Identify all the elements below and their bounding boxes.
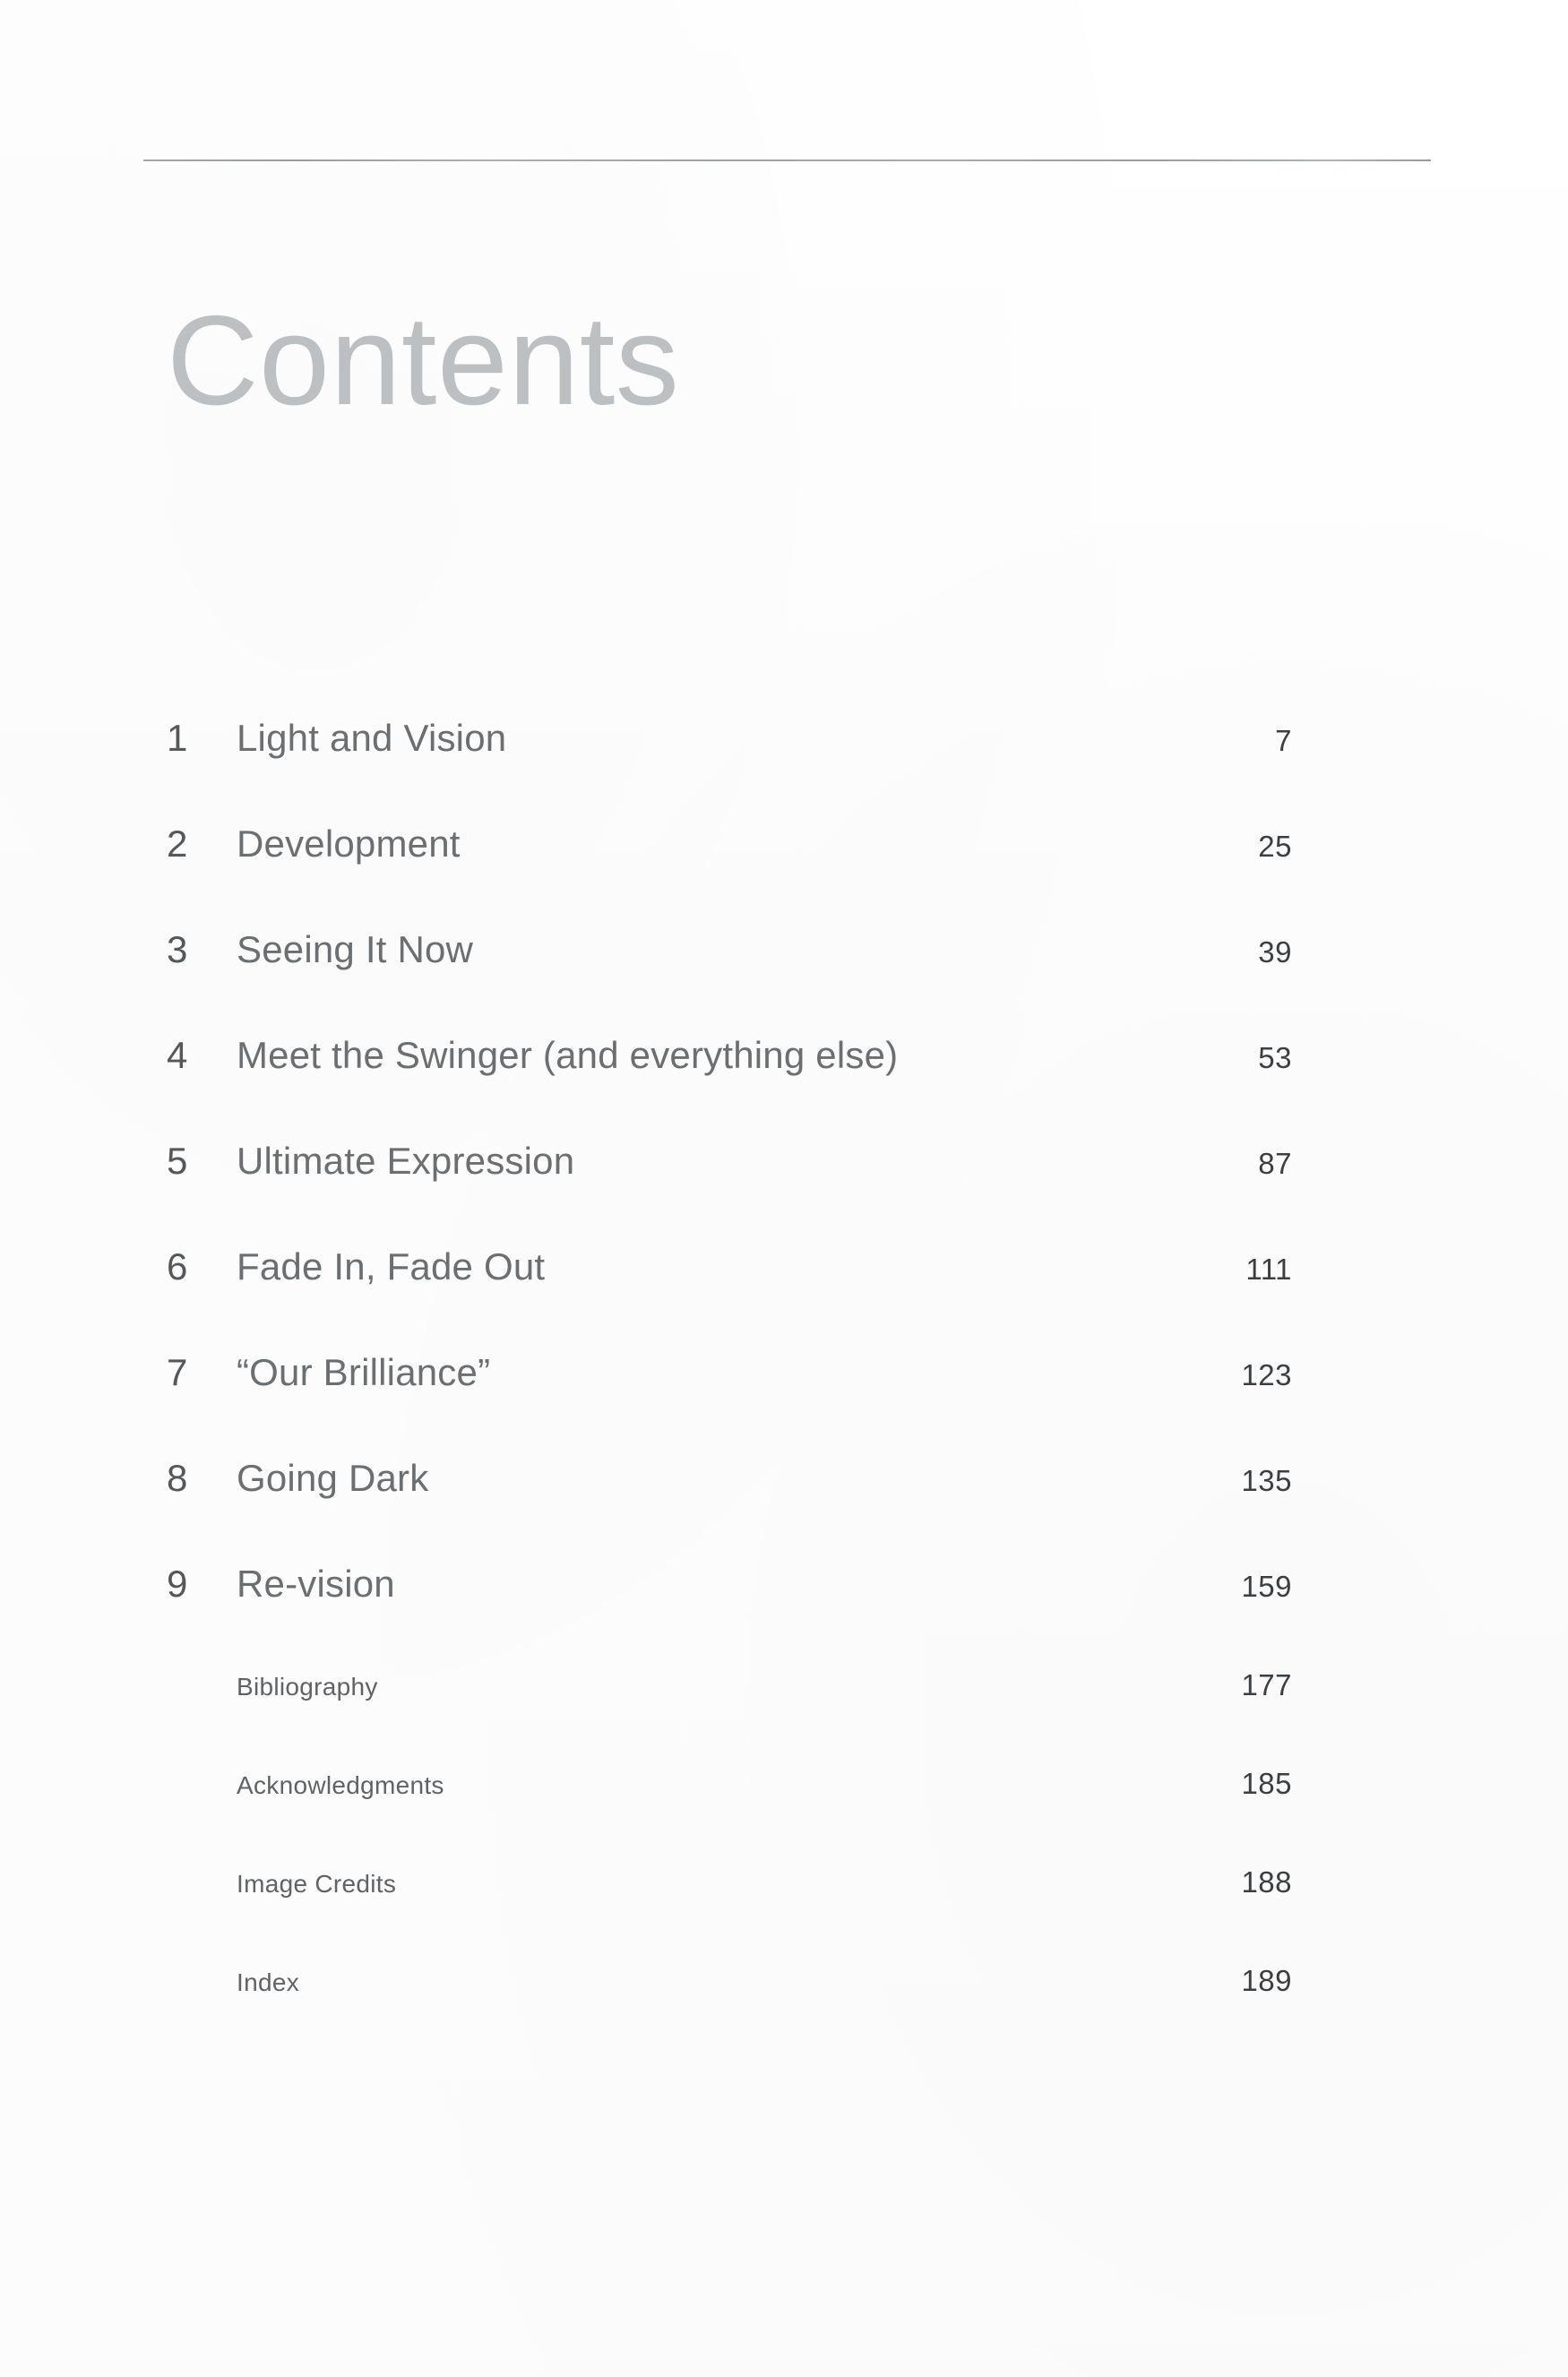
toc-chapter-row[interactable]: 4 Meet the Swinger (and everything else) 5… — [167, 1034, 1292, 1140]
chapter-title: Seeing It Now — [237, 928, 474, 970]
header-divider — [143, 159, 1431, 161]
toc-chapter-row[interactable]: 7 “Our Brilliance” 123 — [167, 1351, 1292, 1457]
chapter-number: 8 — [167, 1457, 188, 1499]
page-number: 111 — [1245, 1253, 1292, 1286]
toc-chapter-row[interactable]: 5 Ultimate Expression 87 — [167, 1140, 1292, 1245]
chapter-number: 7 — [167, 1351, 188, 1393]
chapter-number: 5 — [167, 1140, 188, 1182]
toc-chapter-row[interactable]: 9 Re-vision 159 — [167, 1563, 1292, 1668]
chapter-title: Development — [237, 822, 461, 865]
toc-back-matter-row[interactable]: Bibliography 177 — [167, 1668, 1292, 1767]
page-number: 123 — [1241, 1358, 1292, 1391]
page-number: 159 — [1241, 1570, 1292, 1603]
page-number: 7 — [1275, 724, 1292, 757]
table-of-contents: 1 Light and Vision 7 2 Development 25 3 Seeing … — [167, 717, 1292, 2063]
chapter-title: Acknowledgments — [237, 1771, 444, 1799]
page-number: 87 — [1258, 1147, 1292, 1180]
page-number: 177 — [1241, 1668, 1292, 1701]
page-number: 188 — [1241, 1865, 1292, 1899]
chapter-number: 3 — [167, 928, 188, 970]
toc-chapter-row[interactable]: 1 Light and Vision 7 — [167, 717, 1292, 822]
toc-back-matter-row[interactable]: Acknowledgments 185 — [167, 1767, 1292, 1865]
chapter-title: Index — [237, 1968, 299, 1996]
chapter-number: 2 — [167, 822, 188, 865]
chapter-title: Light and Vision — [237, 717, 507, 759]
page-number: 25 — [1258, 830, 1292, 863]
chapter-title: Re-vision — [237, 1563, 395, 1605]
toc-back-matter-row[interactable]: Index 189 — [167, 1964, 1292, 2063]
page-number: 185 — [1241, 1767, 1292, 1800]
chapter-title: Bibliography — [237, 1673, 378, 1701]
toc-back-matter-row[interactable]: Image Credits 188 — [167, 1865, 1292, 1964]
page-number: 135 — [1241, 1464, 1292, 1497]
chapter-title: Fade In, Fade Out — [237, 1245, 546, 1288]
chapter-title: “Our Brilliance” — [237, 1351, 491, 1393]
toc-chapter-row[interactable]: 8 Going Dark 135 — [167, 1457, 1292, 1563]
page-title: Contents — [167, 289, 680, 433]
toc-page: Contents 1 Light and Vision 7 2 Development 2… — [0, 0, 1568, 2377]
chapter-number: 6 — [167, 1245, 188, 1288]
page-number: 39 — [1258, 935, 1292, 969]
chapter-number: 9 — [167, 1563, 188, 1605]
chapter-title: Meet the Swinger (and everything else) — [237, 1034, 899, 1076]
chapter-title: Going Dark — [237, 1457, 429, 1499]
chapter-title: Ultimate Expression — [237, 1140, 575, 1182]
chapter-title: Image Credits — [237, 1870, 397, 1898]
chapter-number: 1 — [167, 717, 188, 759]
page-number: 53 — [1258, 1041, 1292, 1074]
chapter-number: 4 — [167, 1034, 188, 1076]
page-number: 189 — [1241, 1964, 1292, 1997]
toc-chapter-row[interactable]: 6 Fade In, Fade Out 111 — [167, 1245, 1292, 1351]
toc-chapter-row[interactable]: 3 Seeing It Now 39 — [167, 928, 1292, 1034]
toc-chapter-row[interactable]: 2 Development 25 — [167, 822, 1292, 928]
